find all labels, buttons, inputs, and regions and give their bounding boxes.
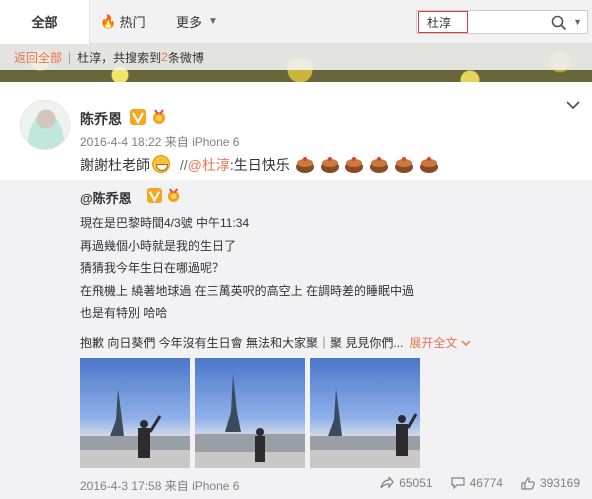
search-summary-text: 杜淳，共搜索到 xyxy=(77,50,162,65)
share-icon xyxy=(380,477,394,489)
weibo-card: 陈乔恩 2016-4-4 18:22 来自 iPhone 6 謝謝杜老師 //@… xyxy=(0,82,592,499)
cake-emoji-icon xyxy=(295,157,314,173)
quoted-line: 猜猜我今年生日在哪過呢？ xyxy=(80,261,225,276)
tab-more[interactable]: 更多 ▼ xyxy=(156,0,238,44)
grin-emoji-icon xyxy=(152,155,170,173)
tab-hot[interactable]: 🔥 热门 xyxy=(90,0,156,44)
like-icon xyxy=(521,476,535,490)
search-dropdown-icon[interactable]: ▼ xyxy=(573,17,582,27)
quoted-author-link[interactable]: @陈乔恩 xyxy=(80,188,132,207)
quoted-line: 再過幾個小時就是我的生日了 xyxy=(80,238,237,253)
post-content: 謝謝杜老師 //@杜淳:生日快乐 xyxy=(80,154,439,175)
share-count: 65051 xyxy=(399,476,433,490)
post-meta: 2016-4-4 18:22 来自 iPhone 6 xyxy=(80,135,240,149)
photo-thumbnail[interactable] xyxy=(310,358,420,468)
top-tab-bar: 全部 🔥 热门 更多 ▼ ▼ xyxy=(0,0,592,44)
cake-emoji-icon xyxy=(345,157,364,173)
quoted-tail: 抱歉 向日葵們 今年沒有生日會 無法和大家聚｜聚 見見你們... 展开全文 xyxy=(80,334,471,351)
cake-emoji-icon xyxy=(420,157,439,173)
back-to-all-link[interactable]: 返回全部 xyxy=(14,49,62,66)
eiffel-tower-photo xyxy=(310,388,420,468)
eiffel-tower-photo xyxy=(80,388,190,468)
reposted-weibo: @陈乔恩 現在是巴黎時間4/3號 中午11:34 再過幾個小時就是我的生日了 猜… xyxy=(0,180,592,499)
result-suffix: 条微博 xyxy=(167,50,204,65)
action-bar: 65051 46774 393169 xyxy=(380,476,580,490)
caret-down-icon: ▼ xyxy=(208,16,218,27)
medal-icon xyxy=(167,188,180,203)
cake-emoji-icon xyxy=(320,157,339,173)
search-input[interactable] xyxy=(418,11,468,33)
photo-grid xyxy=(80,358,420,468)
tab-hot-label: 热门 xyxy=(119,15,146,30)
search-box: ▼ xyxy=(416,10,588,34)
expand-full-text-link[interactable]: 展开全文 xyxy=(409,336,471,350)
cake-emoji-icon xyxy=(370,157,389,173)
repost-slashes: // xyxy=(179,157,188,173)
quoted-tail-text: 抱歉 向日葵們 今年沒有生日會 無法和大家聚｜聚 見見你們... xyxy=(80,336,404,350)
quoted-text: 現在是巴黎時間4/3號 中午11:34 再過幾個小時就是我的生日了 猜猜我今年生… xyxy=(80,212,414,325)
avatar[interactable] xyxy=(20,100,70,150)
photo-thumbnail[interactable] xyxy=(80,358,190,468)
photo-thumbnail[interactable] xyxy=(195,358,305,468)
breadcrumb: 返回全部 | 杜淳，共搜索到 2 条微博 xyxy=(0,44,592,70)
comment-count: 46774 xyxy=(469,476,503,490)
post-text: 謝謝杜老師 xyxy=(80,157,150,173)
eiffel-tower-photo xyxy=(195,374,305,468)
mention-link[interactable]: @杜淳 xyxy=(188,157,230,173)
comment-button[interactable]: 46774 xyxy=(450,476,503,490)
medal-icon xyxy=(153,109,165,124)
quoted-line: 在飛機上 繞著地球過 在三萬英呎的高空上 在調時差的睡眠中過 xyxy=(80,283,415,298)
chevron-down-icon xyxy=(461,340,471,347)
author-name[interactable]: 陈乔恩 xyxy=(80,109,122,129)
verified-icon xyxy=(147,188,162,203)
result-count: 2 xyxy=(161,50,168,64)
quoted-meta: 2016-4-3 17:58 来自 iPhone 6 xyxy=(80,479,240,493)
cake-emoji-icon xyxy=(395,157,414,173)
post-text-2: :生日快乐 xyxy=(229,157,290,173)
chevron-down-icon[interactable] xyxy=(566,100,580,110)
share-button[interactable]: 65051 xyxy=(380,476,433,490)
verified-icon xyxy=(130,109,146,125)
fire-icon: 🔥 xyxy=(100,13,117,29)
tab-all[interactable]: 全部 xyxy=(0,0,90,44)
comment-icon xyxy=(450,477,465,489)
expand-label: 展开全文 xyxy=(409,336,458,350)
search-icon[interactable] xyxy=(551,15,567,31)
like-count: 393169 xyxy=(539,476,580,490)
tab-more-label: 更多 xyxy=(176,15,203,30)
like-button[interactable]: 393169 xyxy=(521,476,580,490)
tab-all-label: 全部 xyxy=(31,15,58,30)
quoted-line: 現在是巴黎時間4/3號 中午11:34 xyxy=(80,216,250,230)
quoted-line: 也是有特別 哈哈 xyxy=(80,306,168,321)
breadcrumb-separator: | xyxy=(68,50,72,64)
